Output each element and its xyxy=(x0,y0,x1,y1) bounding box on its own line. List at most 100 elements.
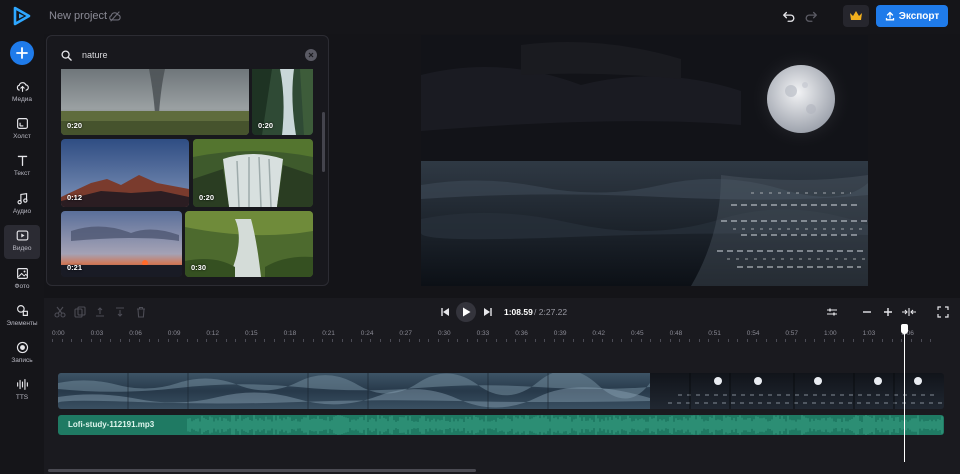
ruler-tick-mark xyxy=(852,339,854,342)
scissors-icon[interactable] xyxy=(54,306,66,318)
ruler-tick-mark xyxy=(872,339,874,342)
ruler-tick-mark xyxy=(399,339,401,342)
ruler-tick-label: 0:33 xyxy=(476,330,490,337)
sidebar-item-elements[interactable]: Элементы xyxy=(4,300,40,334)
duplicate-icon[interactable] xyxy=(74,306,86,318)
sidebar-label-text: Текст xyxy=(13,170,31,177)
media-thumbnail[interactable]: 0:20 xyxy=(252,69,313,135)
ruler-tick-mark xyxy=(669,339,671,342)
ruler-tick-mark xyxy=(679,339,681,342)
send-backward-icon[interactable] xyxy=(114,306,126,318)
app-logo-icon[interactable] xyxy=(12,6,32,26)
ruler-tick-mark xyxy=(438,339,439,342)
thumbnail-duration: 0:30 xyxy=(191,263,207,272)
panel-scrollbar[interactable] xyxy=(322,112,325,172)
ruler-tick-mark xyxy=(563,339,565,342)
sidebar-item-tts[interactable]: TTS xyxy=(4,374,40,408)
project-title[interactable]: New project xyxy=(49,10,107,22)
sidebar-item-video[interactable]: Видео xyxy=(4,225,40,259)
ruler-tick-mark xyxy=(380,339,382,342)
playhead-handle[interactable] xyxy=(901,324,909,334)
ruler-tick-mark xyxy=(553,339,555,342)
ruler-tick-mark xyxy=(351,339,353,342)
sidebar-item-text[interactable]: Текст xyxy=(4,150,40,184)
zoom-in-icon[interactable] xyxy=(882,306,894,318)
fit-timeline-icon[interactable] xyxy=(901,306,917,318)
ruler-tick-mark xyxy=(293,339,295,342)
clear-search-button[interactable] xyxy=(305,49,317,61)
ruler-tick-mark xyxy=(833,339,835,342)
search-icon xyxy=(61,49,72,61)
bring-forward-icon[interactable] xyxy=(94,306,106,318)
fullscreen-icon[interactable] xyxy=(937,306,949,318)
current-time: 1:08.59 xyxy=(504,307,533,317)
ruler-tick-label: 1:03 xyxy=(862,330,876,337)
ruler-tick-mark xyxy=(582,339,584,342)
canvas-icon xyxy=(16,118,28,129)
sidebar-label-audio: Аудио xyxy=(12,208,32,215)
ruler-tick-mark xyxy=(245,339,246,342)
trash-icon[interactable] xyxy=(135,306,147,318)
ruler-tick-mark xyxy=(235,339,237,342)
media-thumbnail[interactable]: 0:30 xyxy=(185,211,313,277)
cloud-upload-icon xyxy=(16,82,29,92)
total-time: / 2:27.22 xyxy=(534,307,567,317)
media-thumbnail[interactable]: 0:21 xyxy=(61,211,182,277)
add-button[interactable] xyxy=(10,41,34,65)
ruler-tick-mark xyxy=(843,339,845,342)
sidebar-item-record[interactable]: Запись xyxy=(4,337,40,371)
media-thumbnail[interactable]: 0:20 xyxy=(193,139,313,207)
playhead-line[interactable] xyxy=(904,324,906,462)
sidebar-item-photo[interactable]: Фото xyxy=(4,263,40,297)
ruler-tick-label: 0:00 xyxy=(52,330,65,337)
ruler-tick-label: 0:03 xyxy=(90,330,104,337)
ruler-tick-label: 0:45 xyxy=(631,330,644,337)
ruler-tick-mark xyxy=(341,339,343,342)
ruler-tick-mark xyxy=(428,339,430,342)
ruler-tick-mark xyxy=(273,339,275,342)
ruler-tick-mark xyxy=(187,339,189,342)
skip-forward-icon[interactable] xyxy=(482,306,494,318)
export-button[interactable]: Экспорт xyxy=(876,5,948,27)
ruler-tick-mark xyxy=(910,339,912,342)
ruler-tick-mark xyxy=(505,339,507,342)
ruler-tick-mark xyxy=(901,339,903,342)
skip-back-icon[interactable] xyxy=(439,306,451,318)
ruler-tick-mark xyxy=(737,339,739,342)
ruler-tick-mark xyxy=(775,339,777,342)
ruler-tick-mark xyxy=(534,339,536,342)
ruler-tick-label: 0:42 xyxy=(592,330,606,337)
ruler-tick-mark xyxy=(756,339,758,342)
redo-icon[interactable] xyxy=(804,9,818,23)
close-icon xyxy=(308,52,314,58)
ruler-tick-mark xyxy=(544,339,546,342)
media-thumbnail[interactable]: 0:20 xyxy=(61,69,249,135)
search-bar[interactable]: nature xyxy=(61,45,317,65)
sidebar-label-tts: TTS xyxy=(15,394,29,401)
total-time-value: 2:27.22 xyxy=(538,307,568,317)
undo-icon[interactable] xyxy=(782,9,796,23)
video-preview[interactable] xyxy=(421,35,868,286)
ruler-tick-mark xyxy=(331,339,333,342)
timeline-scrollbar[interactable] xyxy=(48,469,476,472)
zoom-out-icon[interactable] xyxy=(861,306,873,318)
ruler-tick-mark xyxy=(785,339,787,342)
audio-track-clip[interactable]: Lofi-study-112191.mp3 xyxy=(58,415,944,435)
ruler-tick-mark xyxy=(206,339,208,342)
play-button[interactable] xyxy=(456,302,476,322)
ruler-tick-label: 0:15 xyxy=(245,330,258,337)
ruler-tick-label: 1:00 xyxy=(824,330,837,337)
timeline-ruler[interactable]: 0:00 0:03 0:06 0:09 0:12 0:15 0:18 0:21 0:24 0:27… xyxy=(44,328,960,342)
premium-button[interactable] xyxy=(843,5,869,27)
sidebar-item-media[interactable]: Медиа xyxy=(4,76,40,110)
split-settings-icon[interactable] xyxy=(826,306,838,318)
ruler-tick-label: 0:51 xyxy=(708,330,721,337)
sidebar-item-audio[interactable]: Аудио xyxy=(4,188,40,222)
media-thumbnail[interactable]: 0:12 xyxy=(61,139,189,207)
video-track-clip[interactable] xyxy=(58,373,944,409)
sidebar-item-canvas[interactable]: Холст xyxy=(4,113,40,147)
search-input[interactable]: nature xyxy=(82,50,108,60)
sidebar-label-record: Запись xyxy=(11,357,33,364)
ruler-tick-mark xyxy=(824,339,825,342)
sidebar-label-media: Медиа xyxy=(12,96,32,103)
